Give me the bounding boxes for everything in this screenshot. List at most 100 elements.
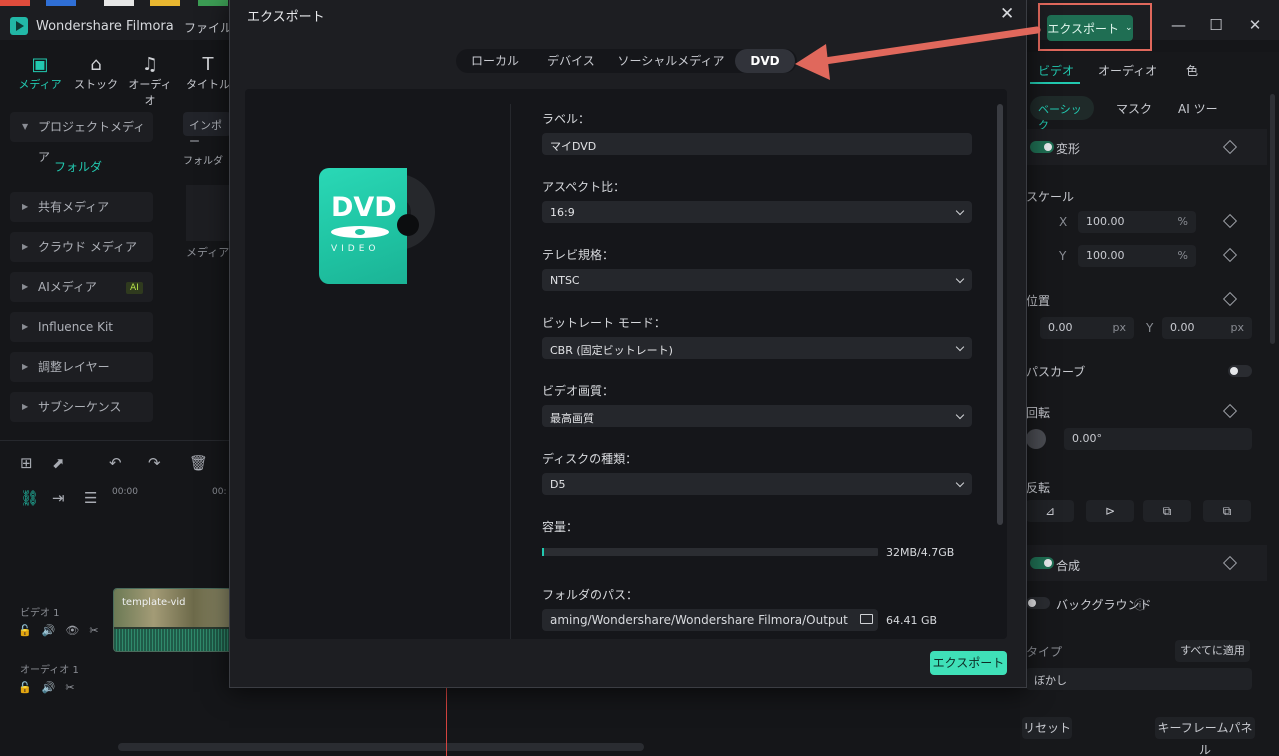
background-toggle[interactable] <box>1026 597 1050 609</box>
tab-video[interactable]: ビデオ <box>1030 56 1080 84</box>
close-icon[interactable]: ✕ <box>1000 4 1014 24</box>
help-icon[interactable]: ⓘ <box>1134 596 1146 613</box>
reset-button[interactable]: リセット <box>1022 717 1072 739</box>
composite-toggle[interactable] <box>1030 557 1054 569</box>
rotation-dial[interactable] <box>1026 429 1046 449</box>
delete-icon[interactable]: 🗑 <box>189 454 208 472</box>
tool-title[interactable]: T タイトル <box>186 54 230 92</box>
rotate-right-button[interactable]: ⧉ <box>1143 500 1191 522</box>
scale-x-field[interactable]: 100.00% <box>1078 211 1196 233</box>
undo-icon[interactable]: ↶ <box>109 454 122 472</box>
position-y-field[interactable]: 0.00 px <box>1162 317 1252 339</box>
capacity-text: 32MB/4.7GB <box>886 546 955 559</box>
top-export-button[interactable]: エクスポート ⌄ <box>1047 15 1133 41</box>
type-select[interactable]: ぼかし <box>1026 668 1252 690</box>
aspect-field-title: アスペクト比： <box>542 180 626 194</box>
track-add-icon[interactable]: ⇥ <box>52 489 65 507</box>
tab-device[interactable]: デバイス <box>538 49 604 73</box>
tool-label: メディア <box>18 78 62 91</box>
caret-right-icon: ▶ <box>22 202 29 211</box>
tool-media[interactable]: ▣ メディア <box>18 54 62 92</box>
clip-waveform <box>114 629 231 651</box>
subtab-mask[interactable]: マスク <box>1116 100 1152 117</box>
grid-icon[interactable]: ⊞ <box>20 454 33 472</box>
sidebar-item-shared-media[interactable]: ▶ 共有メディア <box>10 192 153 222</box>
media-icon: ▣ <box>31 54 49 75</box>
disc-type-select[interactable]: D5 <box>542 473 972 495</box>
video-track-label: ビデオ 1 <box>20 608 60 619</box>
type-select-value: ぼかし <box>1034 674 1067 687</box>
unit-label: px <box>1112 321 1127 334</box>
sidebar-item-cloud-media[interactable]: ▶ クラウド メディア <box>10 232 153 262</box>
apply-all-button[interactable]: すべてに適用 <box>1175 640 1250 662</box>
scale-y-field[interactable]: 100.00% <box>1078 245 1196 267</box>
tab-local[interactable]: ローカル <box>462 49 528 73</box>
timeline-ruler: 00:00 00: <box>112 487 226 497</box>
ai-badge: AI <box>126 282 143 294</box>
import-button[interactable]: インポー <box>183 112 231 148</box>
tool-audio[interactable]: ♫ オーディオ <box>128 54 172 108</box>
video-track-controls[interactable]: 🔓🔊👁✂ <box>18 624 109 637</box>
title-icon: T <box>202 54 214 75</box>
scale-x-value: 100.00 <box>1086 215 1125 228</box>
settings-scrollbar[interactable] <box>997 104 1003 525</box>
subtab-basic[interactable]: ベーシック <box>1030 96 1094 132</box>
sidebar-item-project-media[interactable]: ▼ プロジェクトメディア <box>10 112 153 164</box>
tab-social-media[interactable]: ソーシャルメディア <box>616 49 726 73</box>
dvd-hole <box>397 214 419 236</box>
folder-path-input[interactable]: aming/Wondershare/Wondershare Filmora/Ou… <box>542 609 878 631</box>
sidebar-item-label: フォルダ <box>54 160 103 174</box>
redo-icon[interactable]: ↷ <box>148 454 161 472</box>
sidebar-item-label: Influence Kit <box>38 320 113 334</box>
tab-color[interactable]: 色 <box>1186 62 1198 79</box>
tab-dvd[interactable]: DVD <box>735 49 795 73</box>
aspect-select[interactable]: 16:9 <box>542 201 972 223</box>
keyframe-panel-button[interactable]: キーフレームパネル <box>1155 717 1255 756</box>
dvd-video-text: VIDEO <box>331 244 380 254</box>
flip-horizontal-button[interactable]: ⊿ <box>1026 500 1074 522</box>
sidebar-item-label: 調整レイヤー <box>38 360 110 374</box>
subtab-ai-tools[interactable]: AI ツー <box>1178 100 1218 117</box>
timeline-scrollbar[interactable] <box>118 743 644 751</box>
position-x-field[interactable]: 0.00 px <box>1040 317 1134 339</box>
media-drop-zone[interactable] <box>186 185 232 241</box>
bitrate-mode-select[interactable]: CBR (固定ビットレート) <box>542 337 972 359</box>
link-icon[interactable]: ⛓ <box>20 489 39 507</box>
folder-icon[interactable] <box>860 614 873 624</box>
sidebar-item-folder[interactable]: フォルダ <box>10 152 153 182</box>
window-close-icon[interactable]: ✕ <box>1248 18 1262 33</box>
flip-vertical-button[interactable]: ⊳ <box>1086 500 1134 522</box>
select-tool-icon[interactable]: ⬈ <box>52 454 65 472</box>
menu-file[interactable]: ファイル <box>184 19 232 36</box>
position-y-value: 0.00 <box>1170 321 1195 334</box>
sidebar-item-subsequence[interactable]: ▶ サブシーケンス <box>10 392 153 422</box>
playhead[interactable] <box>446 688 447 756</box>
maximize-icon[interactable]: ☐ <box>1209 18 1223 33</box>
tv-standard-title: テレビ規格： <box>542 248 615 262</box>
caret-right-icon: ▶ <box>22 242 29 251</box>
filmora-logo-icon <box>10 17 28 35</box>
tv-standard-select[interactable]: NTSC <box>542 269 972 291</box>
tool-stock[interactable]: ⌂ ストック <box>74 54 118 92</box>
aspect-value: 16:9 <box>550 206 575 219</box>
bezier-toggle[interactable] <box>1228 365 1252 377</box>
tab-audio[interactable]: オーディオ <box>1098 62 1157 79</box>
sidebar-item-ai-media[interactable]: ▶ AIメディア AI <box>10 272 153 302</box>
properties-scrollbar[interactable] <box>1270 94 1275 344</box>
minimize-icon[interactable]: — <box>1171 18 1186 33</box>
position-label: 位置 <box>1026 294 1051 308</box>
ruler-next: 00: <box>212 487 227 497</box>
rotation-field[interactable]: 0.00° <box>1064 428 1252 450</box>
rotate-left-button[interactable]: ⧉ <box>1203 500 1251 522</box>
track-manage-icon[interactable]: ☰ <box>84 489 97 507</box>
label-input[interactable]: マイDVD <box>542 133 972 155</box>
export-button[interactable]: エクスポート <box>930 651 1007 675</box>
sidebar-item-adjustment-layer[interactable]: ▶ 調整レイヤー <box>10 352 153 382</box>
video-quality-value: 最高画質 <box>550 412 594 425</box>
video-clip[interactable]: template-vid <box>113 588 232 652</box>
sidebar-item-influence-kit[interactable]: ▶ Influence Kit <box>10 312 153 342</box>
tool-label: ストック <box>74 78 118 91</box>
audio-track-controls[interactable]: 🔓🔊✂ <box>18 681 85 694</box>
transform-toggle[interactable] <box>1030 141 1054 153</box>
video-quality-select[interactable]: 最高画質 <box>542 405 972 427</box>
